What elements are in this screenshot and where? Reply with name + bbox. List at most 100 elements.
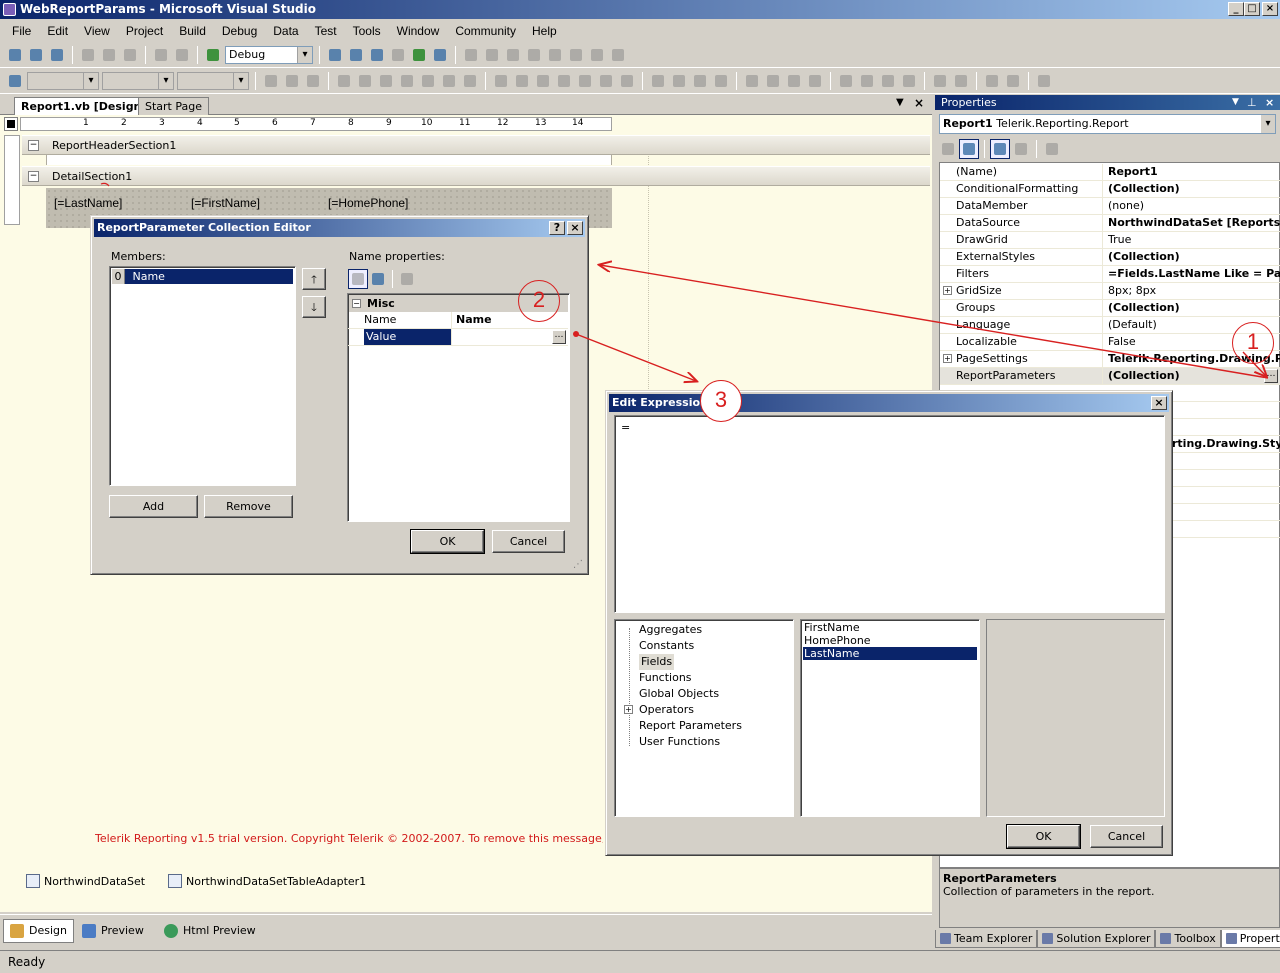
ok-button[interactable]: OK [410, 529, 485, 554]
bring-to-front-icon[interactable] [983, 72, 1001, 90]
align-rights-icon[interactable] [555, 72, 573, 90]
tab-toolbox[interactable]: Toolbox [1155, 930, 1221, 948]
undo-icon[interactable] [152, 46, 170, 64]
v-spacing-remove-icon[interactable] [900, 72, 918, 90]
indent-icon[interactable] [609, 46, 627, 64]
property-row[interactable]: DataSourceNorthwindDataSet [Reports.No [940, 215, 1280, 232]
h-spacing-remove-icon[interactable] [806, 72, 824, 90]
property-row-value[interactable]: Value … [348, 329, 568, 346]
expand-icon[interactable]: + [943, 286, 952, 295]
resize-grip-icon[interactable]: ⋰ [573, 559, 583, 570]
property-row[interactable]: ConditionalFormatting (Collection) [940, 181, 1280, 198]
categorized-icon[interactable] [348, 269, 368, 289]
field-list-item[interactable]: LastName [803, 647, 977, 660]
minimize-button[interactable]: _ [1228, 2, 1244, 16]
collapse-icon[interactable]: − [352, 299, 361, 308]
justify-icon[interactable] [398, 72, 416, 90]
redo-icon[interactable] [173, 46, 191, 64]
dropdown-icon[interactable]: ▼ [1232, 95, 1239, 110]
categorized-icon[interactable] [939, 140, 957, 158]
property-value[interactable]: (Collection) [1106, 181, 1280, 197]
bookmark-prev-icon[interactable] [483, 46, 501, 64]
object-browser-icon[interactable] [410, 46, 428, 64]
v-spacing-equal-icon[interactable] [837, 72, 855, 90]
align-center-icon[interactable] [356, 72, 374, 90]
comment-icon[interactable] [567, 46, 585, 64]
expand-icon[interactable]: + [624, 705, 633, 714]
center-vertically-icon[interactable] [952, 72, 970, 90]
uncomment-icon[interactable] [588, 46, 606, 64]
collapse-icon[interactable]: − [28, 140, 39, 151]
property-row[interactable]: Language (Default) [940, 317, 1280, 334]
send-to-back-icon[interactable] [1004, 72, 1022, 90]
textbox-firstname[interactable]: [=FirstName] [191, 196, 260, 210]
close-icon[interactable]: × [1265, 95, 1274, 110]
alphabetical-icon[interactable] [959, 139, 979, 159]
report-header-section[interactable]: − ReportHeaderSection1 [22, 135, 930, 155]
font-size-select[interactable] [177, 71, 249, 90]
property-row[interactable]: + PageSettings Telerik.Reporting.Drawing.P… [940, 351, 1280, 368]
cut-icon[interactable] [79, 46, 97, 64]
property-value[interactable] [454, 329, 566, 345]
property-value[interactable]: (none) [1106, 198, 1280, 214]
tab-start-page[interactable]: Start Page [138, 97, 209, 115]
property-value[interactable]: Report1 [1106, 164, 1280, 180]
add-button[interactable]: Add [109, 495, 198, 518]
tree-item[interactable]: User Functions [639, 734, 720, 750]
align-centers-icon[interactable] [534, 72, 552, 90]
v-spacing-decrease-icon[interactable] [879, 72, 897, 90]
tray-table-adapter[interactable]: NorthwindDataSetTableAdapter1 [168, 874, 366, 888]
tree-item[interactable]: Global Objects [639, 686, 719, 702]
members-list[interactable]: 0 Name [109, 266, 296, 486]
cancel-button[interactable]: Cancel [1090, 825, 1163, 848]
tree-item[interactable]: Operators [639, 702, 694, 718]
bookmark-icon[interactable] [462, 46, 480, 64]
header-band[interactable] [46, 155, 612, 165]
align-tops-icon[interactable] [576, 72, 594, 90]
indent-right-icon[interactable] [461, 72, 479, 90]
menu-project[interactable]: Project [118, 24, 171, 38]
tab-dropdown-icon[interactable]: ▼ [896, 97, 904, 108]
menu-window[interactable]: Window [389, 24, 448, 38]
italic-icon[interactable] [283, 72, 301, 90]
font-name-select[interactable] [102, 71, 174, 90]
close-button[interactable]: × [1262, 2, 1278, 16]
tab-team-explorer[interactable]: Team Explorer [935, 930, 1038, 948]
tree-item[interactable]: Aggregates [639, 622, 702, 638]
property-row[interactable]: Groups (Collection) [940, 300, 1280, 317]
textbox-homephone[interactable]: [=HomePhone] [328, 196, 408, 210]
tab-solution-explorer[interactable]: Solution Explorer [1037, 930, 1156, 948]
bookmark-clear-icon[interactable] [546, 46, 564, 64]
outdent-icon[interactable] [440, 72, 458, 90]
help-button[interactable]: ? [549, 221, 565, 235]
property-value[interactable]: True [1106, 232, 1280, 248]
bullets-icon[interactable] [419, 72, 437, 90]
select-report-icon[interactable] [4, 117, 18, 131]
member-item[interactable]: 0 Name [112, 269, 293, 284]
tree-item[interactable]: Fields [639, 654, 675, 670]
tree-item[interactable]: Report Parameters [639, 718, 742, 734]
align-to-grid-icon[interactable] [492, 72, 510, 90]
align-middles-icon[interactable] [597, 72, 615, 90]
start-debugging-icon[interactable] [204, 46, 222, 64]
find-in-files-icon[interactable] [326, 46, 344, 64]
properties-view-icon[interactable] [990, 139, 1010, 159]
property-row[interactable]: + GridSize 8px; 8px [940, 283, 1280, 300]
menu-data[interactable]: Data [265, 24, 306, 38]
chevron-down-icon[interactable]: ▾ [1261, 115, 1275, 133]
tab-order-icon[interactable] [1035, 72, 1053, 90]
expand-icon[interactable]: + [943, 354, 952, 363]
align-lefts-icon[interactable] [513, 72, 531, 90]
tab-properties[interactable]: Properties [1220, 930, 1280, 948]
bookmark-folder-icon[interactable] [525, 46, 543, 64]
bold-icon[interactable] [262, 72, 280, 90]
property-pages-icon[interactable] [398, 270, 416, 288]
property-row[interactable]: DataMember (none) [940, 198, 1280, 215]
property-value[interactable]: (Collection) [1106, 300, 1280, 316]
property-pages-icon[interactable] [1043, 140, 1061, 158]
align-right-icon[interactable] [377, 72, 395, 90]
properties-object-select[interactable]: Report1 Telerik.Reporting.Report ▾ [939, 114, 1276, 134]
property-row[interactable]: Filters=Fields.LastName Like = Param [940, 266, 1280, 283]
underline-icon[interactable] [304, 72, 322, 90]
textbox-lastname[interactable]: [=LastName] [54, 196, 122, 210]
